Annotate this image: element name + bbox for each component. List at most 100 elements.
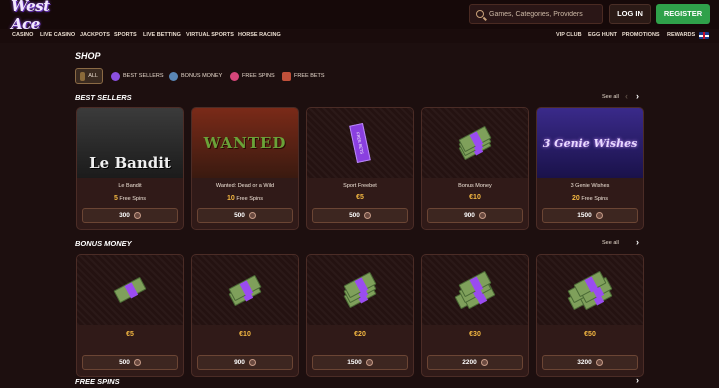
buy-button[interactable]: 500 (312, 208, 408, 223)
buy-button[interactable]: 2200 (427, 355, 523, 370)
filter-free-bets[interactable]: FREE BETS (282, 68, 325, 84)
product-card[interactable]: WANTED Wanted: Dead or a Wild 10 Free Sp… (191, 107, 299, 230)
bonus-card[interactable]: €5 500 (76, 254, 184, 377)
wanted-artwork: WANTED (192, 108, 298, 178)
card-value: €5 (126, 331, 134, 338)
money-stack-icon (341, 271, 379, 309)
nav-egg-hunt[interactable]: EGG HUNT (588, 32, 617, 38)
bonus-card[interactable]: €10 900 (191, 254, 299, 377)
buy-button[interactable]: 1500 (542, 208, 638, 223)
next-arrow-icon[interactable]: › (636, 238, 639, 247)
next-arrow-icon[interactable]: › (636, 376, 639, 385)
price-value: 900 (234, 359, 245, 366)
nav-casino[interactable]: CASINO (12, 32, 33, 38)
next-arrow-icon[interactable]: › (636, 92, 639, 101)
prev-arrow-icon[interactable]: ‹ (625, 92, 628, 101)
buy-button[interactable]: 1500 (312, 355, 408, 370)
free-spins-icon (230, 71, 239, 81)
buy-button[interactable]: 300 (82, 208, 178, 223)
wanted-art-text: WANTED (203, 134, 287, 152)
buy-button[interactable]: 900 (427, 208, 523, 223)
product-card[interactable]: Bonus Money €10 900 (421, 107, 529, 230)
page-title: SHOP (75, 51, 101, 61)
nav-vip-club[interactable]: VIP CLUB (556, 32, 582, 38)
coin-icon (595, 212, 603, 219)
money-stack-icon (454, 270, 496, 310)
nav-live-casino[interactable]: LIVE CASINO (40, 32, 75, 38)
filter-bonus-money-label: BONUS MONEY (181, 73, 223, 79)
brand-logo[interactable]: West Ace (11, 0, 73, 33)
see-all-bonus-money[interactable]: See all (602, 240, 619, 246)
bonus-card[interactable]: €50 3200 (536, 254, 644, 377)
coin-icon (595, 359, 603, 366)
card-image (307, 255, 413, 325)
price-value: 900 (464, 212, 475, 219)
bonus-card[interactable]: €30 2200 (421, 254, 529, 377)
coin-icon (248, 212, 256, 219)
card-image: FREE BETS (307, 108, 413, 178)
filter-free-spins[interactable]: FREE SPINS (230, 68, 275, 84)
coin-icon (133, 359, 141, 366)
card-image: WANTED (192, 108, 298, 178)
card-value: €10 (239, 331, 251, 338)
product-card[interactable]: FREE BETS Sport Freebet €5 500 (306, 107, 414, 230)
card-reward: 5 Free Spins (113, 195, 147, 202)
filter-all[interactable]: ALL (75, 68, 103, 84)
price-value: 3200 (577, 359, 592, 366)
buy-button[interactable]: 500 (82, 355, 178, 370)
filter-all-label: ALL (88, 73, 98, 79)
nav-live-betting[interactable]: LIVE BETTING (143, 32, 181, 38)
bonus-card[interactable]: €20 1500 (306, 254, 414, 377)
buy-button[interactable]: 900 (197, 355, 293, 370)
card-image (537, 255, 643, 325)
card-name: Sport Freebet (343, 183, 377, 189)
price-value: 300 (119, 212, 130, 219)
card-image (422, 255, 528, 325)
nav-promotions[interactable]: PROMOTIONS (622, 32, 660, 38)
genie-wishes-artwork: 3 Genie Wishes (537, 108, 643, 178)
card-name: Wanted: Dead or a Wild (215, 183, 275, 189)
nav-virtual-sports[interactable]: VIRTUAL SPORTS (186, 32, 234, 38)
search-box[interactable] (469, 4, 603, 24)
card-image (77, 255, 183, 325)
top-bar: West Ace LOG IN REGISTER (0, 0, 719, 33)
filter-free-spins-label: FREE SPINS (242, 73, 275, 79)
price-value: 2200 (462, 359, 477, 366)
le-bandit-artwork: Le Bandit (77, 108, 183, 178)
login-button[interactable]: LOG IN (609, 4, 651, 24)
language-flag-icon[interactable] (699, 32, 709, 39)
search-input[interactable] (489, 10, 599, 18)
main-nav: CASINO LIVE CASINO JACKPOTS SPORTS LIVE … (0, 29, 719, 43)
filter-free-bets-label: FREE BETS (294, 73, 325, 79)
nav-sports[interactable]: SPORTS (114, 32, 137, 38)
buy-button[interactable]: 3200 (542, 355, 638, 370)
card-image (422, 108, 528, 178)
money-stack-icon (456, 125, 494, 161)
product-card[interactable]: Le Bandit Le Bandit 5 Free Spins 300 (76, 107, 184, 230)
card-name: 3 Genie Wishes (570, 183, 610, 189)
product-card[interactable]: 3 Genie Wishes 3 Genie Wishes 20 Free Sp… (536, 107, 644, 230)
card-reward: 20 Free Spins (572, 195, 608, 202)
nav-horse-racing[interactable]: HORSE RACING (238, 32, 281, 38)
buy-button[interactable]: 500 (197, 208, 293, 223)
nav-jackpots[interactable]: JACKPOTS (80, 32, 110, 38)
section-title-free-spins: FREE SPINS (75, 377, 120, 386)
card-value: €20 (354, 331, 366, 338)
see-all-best-sellers[interactable]: See all (602, 94, 619, 100)
price-value: 1500 (577, 212, 592, 219)
search-icon (476, 10, 484, 18)
coin-icon (480, 359, 488, 366)
coin-icon (248, 359, 256, 366)
price-value: 500 (234, 212, 245, 219)
all-icon (80, 71, 86, 81)
register-button[interactable]: REGISTER (656, 4, 710, 24)
filter-best-sellers-label: BEST SELLERS (123, 73, 164, 79)
card-value: €5 (356, 194, 364, 201)
price-value: 500 (119, 359, 130, 366)
nav-rewards[interactable]: REWARDS (667, 32, 695, 38)
star-icon (111, 71, 120, 81)
section-title-best-sellers: BEST SELLERS (75, 93, 132, 102)
card-value: €10 (469, 194, 481, 201)
filter-best-sellers[interactable]: BEST SELLERS (111, 68, 164, 84)
filter-bonus-money[interactable]: BONUS MONEY (169, 68, 222, 84)
